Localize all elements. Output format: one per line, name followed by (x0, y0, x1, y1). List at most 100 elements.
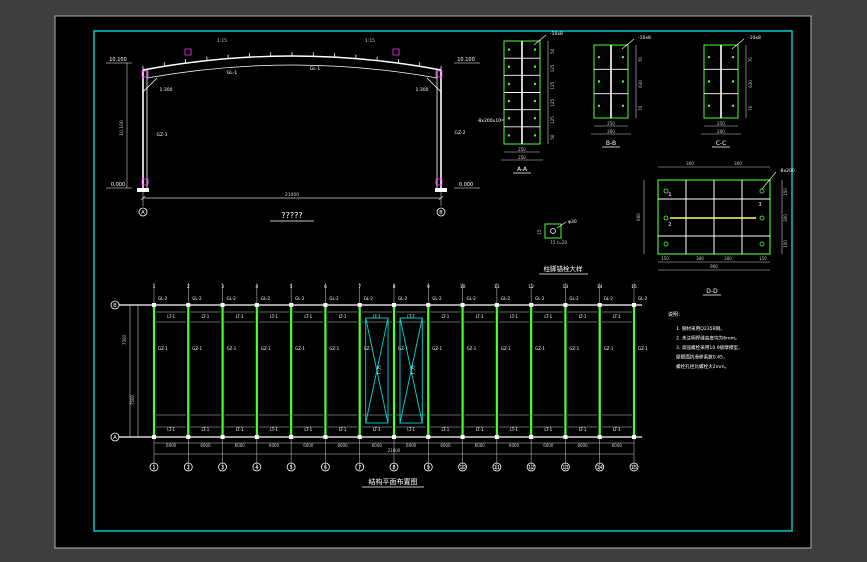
plan-column-label: GZ-1 (192, 346, 202, 351)
anchor-plate-label: t=20 (557, 240, 567, 245)
d-bottom-dim: 300 (696, 256, 704, 261)
plan-purlin-label: LT-1 (167, 314, 175, 319)
left-column-height: 10.100 (119, 120, 125, 136)
plan-rafter-mark: GL-2 (569, 296, 579, 301)
plan-total-dim: 21000 (388, 448, 401, 453)
plan-column (289, 435, 294, 439)
section-a-bolt (507, 117, 511, 120)
left-haunch-dim: 1:300 (160, 87, 173, 93)
left-base-plate (137, 188, 149, 192)
plan-brace-label: SC-1 (376, 365, 381, 375)
plan-purlin-label: LT-1 (339, 314, 347, 319)
cad-drawing-viewport[interactable]: 21000 A B 1:15 1:15 10.100 10.100 0.000 0.000 10.… (0, 0, 867, 562)
plan-purlin-label: LT-1 (304, 427, 312, 432)
plan-rafter-mark: GL-2 (329, 296, 339, 301)
plan-purlin-label: LT-1 (476, 427, 484, 432)
section-b-bolt (621, 80, 625, 83)
plan-bay-dim: 6000 (406, 443, 417, 448)
right-floor-level: 0.000 (459, 182, 473, 188)
plan-top-axis-label: 2 (187, 284, 190, 290)
plan-column (494, 303, 499, 307)
d-side-dim: 150 (783, 240, 788, 248)
d-total-dim: 900 (710, 264, 718, 269)
plan-title: 结构平面布置图 (369, 477, 418, 486)
plan-axis-bubble-label: 11 (494, 465, 500, 471)
plan-column (254, 435, 259, 439)
section-a-bolt (507, 82, 511, 86)
notes-line: 螺栓孔径比螺栓大2mm。 (676, 363, 729, 370)
plan-purlin-label: LT-1 (339, 427, 347, 432)
plan-bay-dim: 6000 (235, 443, 246, 448)
plan-column (597, 435, 602, 439)
left-ridge-scale: 1:15 (217, 38, 227, 44)
plan-column-label: GZ-1 (329, 346, 339, 351)
plan-purlin-label: LT-1 (442, 427, 450, 432)
plan-bay-dim: 6000 (612, 443, 623, 448)
plan-column (426, 303, 431, 307)
structural-drawing: 21000 A B 1:15 1:15 10.100 10.100 0.000 0.000 10.… (54, 15, 812, 549)
section-a-side-dim: 125 (550, 81, 555, 89)
plan-rafter-mark: GL-2 (535, 296, 545, 301)
section-b-title: B-B (606, 140, 616, 147)
left-rafter-mark: GL-1 (227, 70, 238, 76)
axis-bubble-right-label: B (439, 210, 443, 216)
plan-rafter-mark: GL-2 (604, 296, 614, 301)
plan-column (186, 435, 191, 439)
plan-purlin-label: LT-1 (613, 427, 621, 432)
plan-column (323, 435, 328, 439)
plan-column-label: GZ-1 (467, 346, 477, 351)
plan-column (529, 303, 534, 307)
plan-column (392, 303, 396, 307)
elevation-title: ????? (281, 211, 302, 220)
section-b-bolt (597, 104, 601, 108)
plan-purlin-label: LT-1 (442, 314, 450, 319)
section-b-plate-label: -10x8 (638, 35, 651, 41)
plan-purlin-label: LT-1 (202, 427, 210, 432)
plan-column (220, 435, 225, 439)
plan-brace-label: SC-1 (410, 365, 415, 375)
plan-column (254, 303, 259, 307)
section-a-bolt (507, 99, 511, 103)
plan-left-dim: 7500 (122, 334, 127, 345)
plan-column-label: GZ-1 (227, 346, 237, 351)
plan-column (152, 435, 156, 439)
section-b-side-dim: 70 (638, 105, 643, 111)
section-c-side-dim: 630 (748, 80, 753, 88)
plan-column-label: GZ-1 (261, 346, 271, 351)
plan-axis-bubble-label: 8 (392, 465, 395, 471)
plan-top-axis-label: 12 (528, 284, 534, 290)
plan-bay-dim: 6000 (337, 443, 348, 448)
section-c-bolt (707, 80, 711, 83)
d-height-dim: 600 (636, 213, 641, 221)
section-c-plate-label: -10x8 (748, 35, 761, 41)
section-a-bolt (533, 99, 537, 103)
plan-purlin-label: LT-1 (510, 314, 518, 319)
plan-purlin-label: LT-1 (579, 314, 587, 319)
plan-column (152, 303, 156, 307)
plan-rafter-mark: GL-2 (638, 296, 648, 301)
d-bottom-dim: 150 (661, 256, 669, 261)
section-a-plate-label: -10x8 (550, 31, 563, 37)
anchor-detail-title: 柱脚锚栓大样 (544, 264, 584, 273)
notes-title: 说明： (668, 311, 683, 318)
plan-rafter-mark: GL-2 (398, 296, 408, 301)
plan-rafter-mark: GL-2 (158, 296, 168, 301)
d-top-dim: 300 (734, 161, 742, 166)
plan-purlin-label: LT-1 (167, 427, 175, 432)
plan-column (632, 435, 636, 439)
plan-purlin-label: LT-1 (544, 314, 552, 319)
notes-line: 3. 高强螺栓采用10.9级摩擦型， (676, 344, 743, 351)
right-base-plate (435, 188, 447, 192)
notes-line: 摩擦面抗滑移系数0.45， (676, 354, 728, 361)
d-title: D-D (706, 288, 718, 295)
plan-column (186, 303, 191, 307)
anchor-dim: 15 (550, 240, 556, 245)
plan-purlin-label: LT-1 (544, 427, 552, 432)
section-b-dim-top: 250 (607, 121, 615, 126)
plan-bay-dim: 6000 (543, 443, 554, 448)
notes-line: 1. 钢材采用Q235B钢。 (676, 325, 725, 332)
plan-axis-bubble-label: 7 (358, 465, 361, 471)
drawing-sheet (54, 15, 812, 549)
section-a-side-dim: 125 (550, 99, 555, 107)
right-ridge-scale: 1:15 (365, 38, 375, 44)
